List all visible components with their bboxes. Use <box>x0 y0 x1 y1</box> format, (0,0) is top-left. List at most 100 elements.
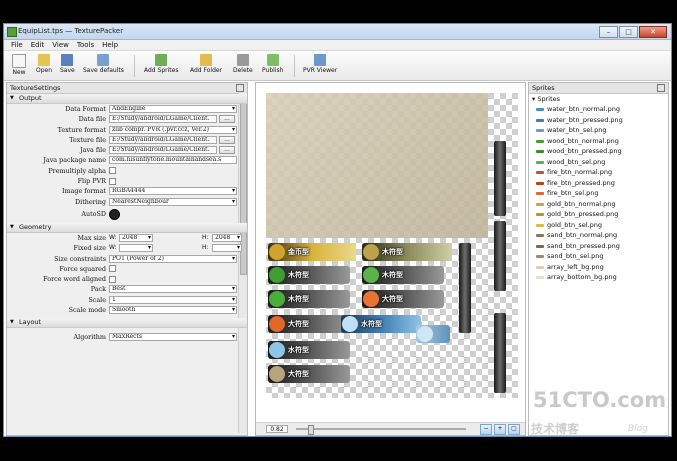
add-sprites-icon <box>155 54 168 66</box>
sprite-list: water_btn_normal.png water_btn_pressed.pn… <box>529 104 668 283</box>
menu-edit[interactable]: Edit <box>31 40 45 50</box>
sand-btn-sprite: 大符型 <box>268 365 350 383</box>
premultiply-alpha-checkbox[interactable] <box>109 167 116 175</box>
sprite-filename: water_btn_pressed.png <box>547 115 623 124</box>
sprite-list-item[interactable]: array_left_bg.png <box>529 262 668 273</box>
watermark-blog: Blog <box>628 424 648 434</box>
add-sprites-button[interactable]: Add Sprites <box>144 54 178 74</box>
sprite-list-item[interactable]: fire_btn_normal.png <box>529 167 668 178</box>
sprite-list-item[interactable]: water_btn_normal.png <box>529 104 668 115</box>
java-file-input[interactable]: E:/Study/android/LGame/Client. <box>109 146 217 155</box>
app-icon <box>7 27 17 37</box>
max-size-width-select[interactable]: 2048 <box>119 233 153 242</box>
maximize-button[interactable]: □ <box>619 26 638 38</box>
size-constraints-select[interactable]: POT (Power of 2) <box>109 254 237 263</box>
data-file-input[interactable]: E:/Study/android/LGame/Client. <box>109 115 217 124</box>
texture-file-browse-button[interactable]: ... <box>219 135 235 144</box>
watermark-blog-cn: 技术博客 <box>531 422 580 436</box>
pack-select[interactable]: Best <box>109 285 237 294</box>
sprite-filename: fire_btn_sel.png <box>547 189 599 197</box>
sprite-thumbnail-icon <box>536 139 544 143</box>
texture-settings-panel: TextureSettings Output Data FormatAndEng… <box>6 82 248 436</box>
sprite-list-item[interactable]: gold_btn_sel.png <box>529 220 668 231</box>
image-format-select[interactable]: RGBA4444 <box>109 187 237 196</box>
vertical-sprite-3 <box>459 243 471 333</box>
sprite-list-item[interactable]: sand_btn_sel.png <box>529 251 668 262</box>
sprite-filename: sand_btn_pressed.png <box>547 241 620 250</box>
publish-button[interactable]: Publish <box>262 54 283 74</box>
zoom-value-input[interactable]: 0.82 <box>266 425 288 433</box>
scale-mode-select[interactable]: Smooth <box>109 306 237 315</box>
sprite-list-item[interactable]: fire_btn_sel.png <box>529 188 668 199</box>
open-button[interactable]: Open <box>36 54 52 74</box>
delete-button[interactable]: Delete <box>233 54 253 74</box>
zoom-slider[interactable] <box>296 425 466 435</box>
sprite-list-item[interactable]: water_btn_sel.png <box>529 125 668 136</box>
zoom-out-icon[interactable]: − <box>480 424 492 435</box>
zoom-in-icon[interactable]: + <box>494 424 506 435</box>
autosd-settings-icon[interactable] <box>109 208 120 220</box>
scale-select[interactable]: 1 <box>109 295 237 304</box>
water-btn-sprite: 水符型 <box>268 341 350 359</box>
minimize-button[interactable]: – <box>599 26 618 38</box>
sprite-list-item[interactable]: fire_btn_pressed.png <box>529 178 668 189</box>
section-geometry[interactable]: Geometry <box>7 222 247 233</box>
menu-bar: File Edit View Tools Help <box>4 40 671 51</box>
sprites-panel-header: Sprites <box>529 83 668 94</box>
menu-help[interactable]: Help <box>102 40 118 50</box>
sprites-panel: Sprites ▾ Sprites water_btn_normal.png wa… <box>528 82 669 436</box>
data-file-browse-button[interactable]: ... <box>219 115 235 124</box>
sprite-list-item[interactable]: array_bottom_bg.png <box>529 272 668 283</box>
menu-view[interactable]: View <box>52 40 69 50</box>
data-format-select[interactable]: AndEngine <box>109 105 237 113</box>
texture-file-input[interactable]: E:/Study/android/LGame/Client. <box>109 135 217 144</box>
save-defaults-button[interactable]: Save defaults <box>83 54 124 74</box>
new-button[interactable]: New <box>12 54 26 76</box>
dithering-select[interactable]: NearestNeighbour <box>109 197 237 206</box>
save-button[interactable]: Save <box>60 54 75 74</box>
array-left-bg-sprite <box>266 93 488 238</box>
flip-pvr-checkbox[interactable] <box>109 177 116 185</box>
sprite-thumbnail-icon <box>536 118 544 122</box>
title-bar: EquipList.tps — TexturePacker – □ ✕ <box>4 24 671 40</box>
dock-icon[interactable] <box>657 84 665 92</box>
sprite-list-item[interactable]: water_btn_pressed.png <box>529 115 668 126</box>
dock-icon[interactable] <box>236 84 244 92</box>
java-file-browse-button[interactable]: ... <box>219 146 235 155</box>
algorithm-select[interactable]: MaxRects <box>109 333 237 342</box>
texture-format-select[interactable]: zlib compr. PVR (.pvr.ccz, Ver.2) <box>109 125 237 134</box>
sprite-list-item[interactable]: wood_btn_sel.png <box>529 157 668 168</box>
open-folder-icon <box>38 54 51 66</box>
sprite-thumbnail-icon <box>536 181 544 185</box>
menu-tools[interactable]: Tools <box>77 40 94 50</box>
pvr-viewer-button[interactable]: PVR Viewer <box>303 54 337 74</box>
sprite-thumbnail-icon <box>536 255 544 258</box>
sprite-list-item[interactable]: sand_btn_normal.png <box>529 230 668 241</box>
sprite-atlas-canvas[interactable]: 金币型 木符型 木符型 大符型 水符型 木符型 木符型 大符型 水符型 大符型 … <box>255 82 526 436</box>
sprite-list-item[interactable]: wood_btn_normal.png <box>529 136 668 147</box>
wood-btn-sel-sprite: 木符型 <box>362 266 444 284</box>
add-folder-button[interactable]: Add Folder <box>190 54 222 74</box>
sprite-filename: array_left_bg.png <box>547 262 604 271</box>
menu-file[interactable]: File <box>11 40 23 50</box>
fixed-size-width-select[interactable] <box>119 244 153 253</box>
fixed-size-height-select[interactable] <box>212 244 242 253</box>
sprite-thumbnail-icon <box>536 171 544 174</box>
zoom-fit-icon[interactable]: ▢ <box>508 424 520 435</box>
section-output[interactable]: Output <box>7 94 247 104</box>
java-package-input[interactable]: com.hisunflytone.mountainandsea.s <box>109 156 237 165</box>
sprites-root-folder[interactable]: ▾ Sprites <box>529 94 668 104</box>
new-file-icon <box>12 54 26 68</box>
sprite-list-item[interactable]: sand_btn_pressed.png <box>529 241 668 252</box>
sprite-list-item[interactable]: gold_btn_normal.png <box>529 199 668 210</box>
sprite-thumbnail-icon <box>536 213 544 216</box>
zoom-slider-handle[interactable] <box>308 425 314 435</box>
section-layout[interactable]: Layout <box>7 318 247 329</box>
force-word-aligned-checkbox[interactable] <box>109 275 116 283</box>
force-squared-checkbox[interactable] <box>109 265 116 273</box>
close-button[interactable]: ✕ <box>639 26 667 38</box>
sprite-list-item[interactable]: wood_btn_pressed.png <box>529 146 668 157</box>
sprite-list-item[interactable]: gold_btn_pressed.png <box>529 209 668 220</box>
max-size-height-select[interactable]: 2048 <box>212 233 242 242</box>
vertical-sprite-1 <box>494 141 506 216</box>
